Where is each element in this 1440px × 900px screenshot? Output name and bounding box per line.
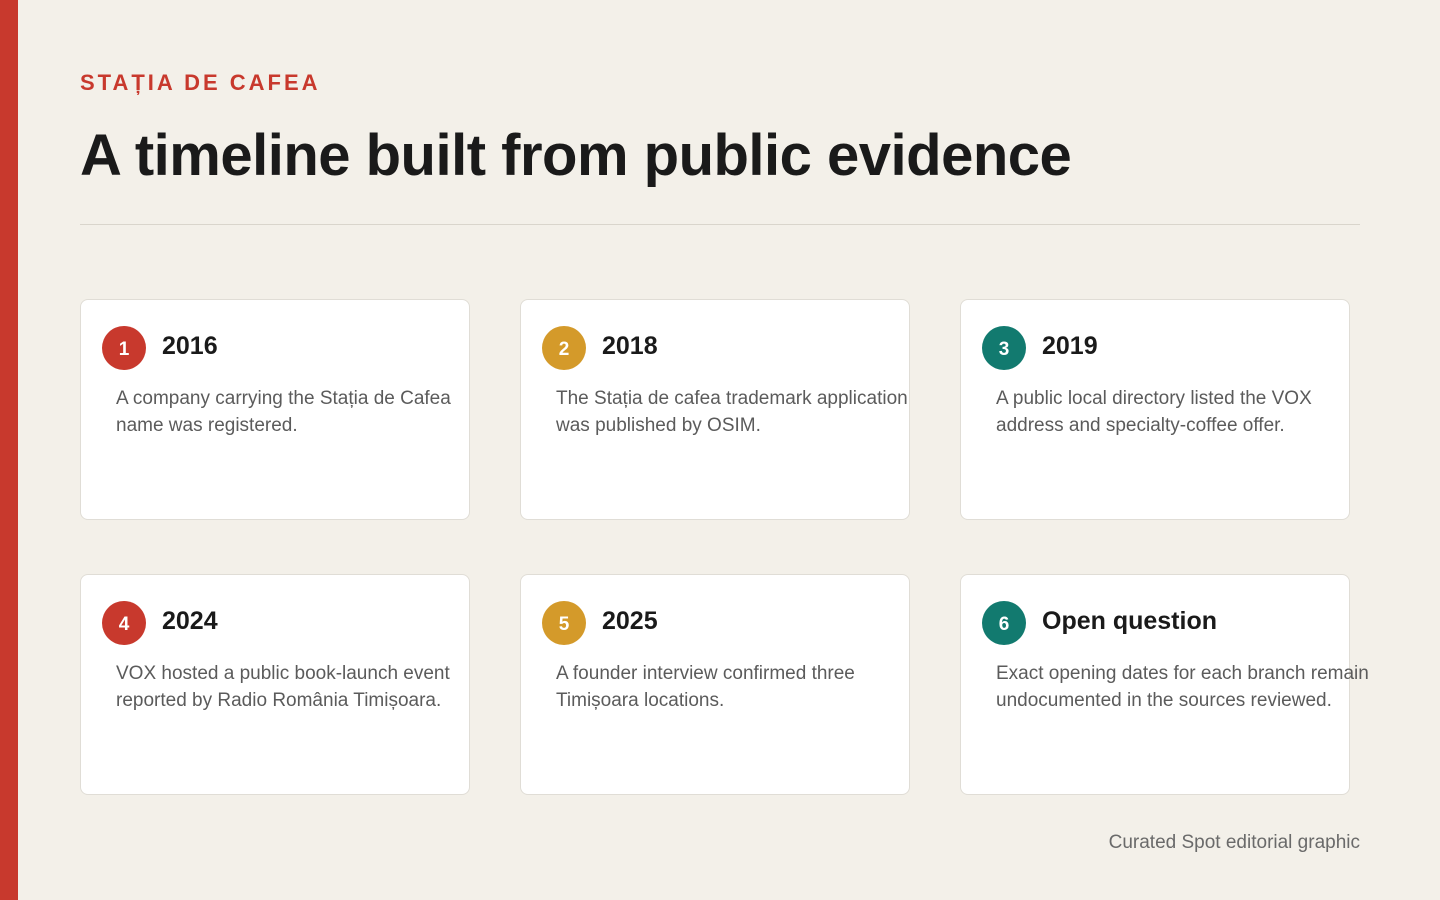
step-number-badge: 3 [982, 326, 1026, 370]
step-number-badge: 6 [982, 601, 1026, 645]
brand-eyebrow: STAȚIA DE CAFEA [80, 70, 321, 95]
timeline-card: 4 2024 VOX hosted a public book-launch e… [80, 574, 470, 795]
page-title: A timeline built from public evidence [80, 123, 1072, 188]
timeline-year: 2016 [162, 332, 218, 360]
timeline-card: 1 2016 A company carrying the Stația de … [80, 299, 470, 520]
timeline-description: The Stația de cafea trademark applicatio… [556, 388, 908, 436]
accent-bar [0, 0, 18, 900]
timeline-year: 2025 [602, 607, 658, 635]
timeline-grid: 1 2016 A company carrying the Stația de … [80, 299, 1369, 795]
step-number-badge: 4 [102, 601, 146, 645]
header-divider [80, 224, 1360, 225]
timeline-description: Exact opening dates for each branch rema… [996, 663, 1369, 711]
timeline-description: A public local directory listed the VOX … [996, 388, 1312, 436]
step-number-badge: 1 [102, 326, 146, 370]
step-number-badge: 2 [542, 326, 586, 370]
footer-credit: Curated Spot editorial graphic [1108, 832, 1360, 853]
timeline-description: VOX hosted a public book-launch event re… [116, 663, 450, 711]
timeline-year: 2024 [162, 607, 218, 635]
timeline-card: 6 Open question Exact opening dates for … [960, 574, 1369, 795]
timeline-year: 2018 [602, 332, 658, 360]
open-question-heading: Open question [1042, 607, 1217, 635]
timeline-description: A founder interview confirmed three Timi… [556, 663, 855, 711]
step-number-badge: 5 [542, 601, 586, 645]
timeline-card: 3 2019 A public local directory listed t… [960, 299, 1350, 520]
timeline-description: A company carrying the Stația de Cafea n… [116, 388, 451, 436]
timeline-card: 2 2018 The Stația de cafea trademark app… [520, 299, 910, 520]
timeline-card: 5 2025 A founder interview confirmed thr… [520, 574, 910, 795]
timeline-year: 2019 [1042, 332, 1098, 360]
